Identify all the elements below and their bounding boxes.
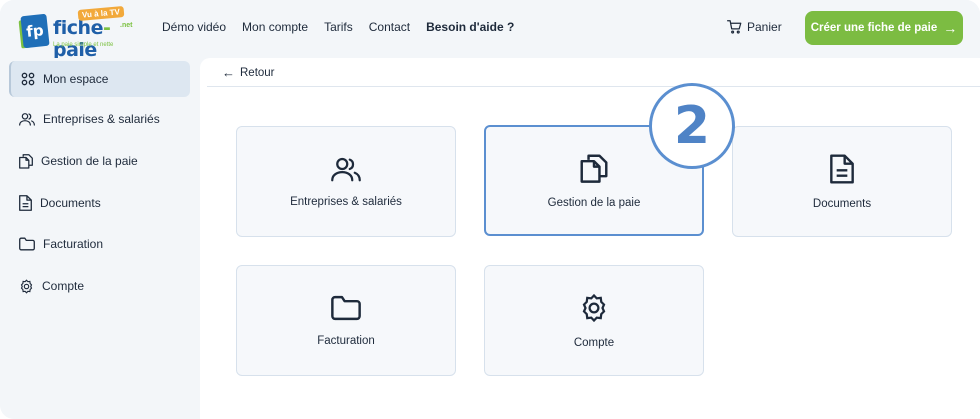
card-facturation[interactable]: Facturation xyxy=(236,265,456,376)
sidebar-item-label: Facturation xyxy=(43,237,104,251)
sidebar-item-compte[interactable]: Compte xyxy=(9,268,190,304)
card-compte[interactable]: Compte xyxy=(484,265,704,376)
nav-tarifs[interactable]: Tarifs xyxy=(324,20,353,34)
grid-icon xyxy=(21,72,35,86)
document-icon xyxy=(830,153,854,184)
files-icon xyxy=(19,154,33,169)
arrow-left-icon: ← xyxy=(222,65,235,80)
arrow-right-icon: → xyxy=(943,20,958,36)
logo-tagline: La paie simple et nette xyxy=(53,42,114,48)
nav-demo-video[interactable]: Démo vidéo xyxy=(162,20,226,34)
main-content: ← Retour Entreprises & salariés Gestion … xyxy=(200,58,980,419)
folder-icon xyxy=(19,237,35,251)
card-entreprises[interactable]: Entreprises & salariés xyxy=(236,126,456,237)
card-label: Gestion de la paie xyxy=(547,196,641,209)
cart-icon xyxy=(727,20,742,34)
sidebar-item-label: Gestion de la paie xyxy=(41,154,138,168)
logo-fp-mark: fp xyxy=(20,13,50,49)
users-icon xyxy=(331,157,361,181)
fiche-paie-logo[interactable]: fp fiche-paie Vu à la TV .net La paie si… xyxy=(18,6,140,61)
gear-icon xyxy=(20,278,33,294)
card-label: Entreprises & salariés xyxy=(290,195,402,208)
main-nav: Démo vidéo Mon compte Tarifs Contact Bes… xyxy=(162,20,514,34)
card-documents[interactable]: Documents xyxy=(732,126,952,237)
nav-mon-compte[interactable]: Mon compte xyxy=(242,20,308,34)
folder-icon xyxy=(331,295,361,320)
cart-label: Panier xyxy=(747,20,782,34)
back-link[interactable]: ← Retour xyxy=(222,65,275,80)
users-icon xyxy=(19,113,35,126)
sidebar-item-label: Mon espace xyxy=(43,72,109,86)
app-frame: fp fiche-paie Vu à la TV .net La paie si… xyxy=(0,0,980,419)
sidebar-item-label: Compte xyxy=(42,279,85,293)
sidebar-item-label: Documents xyxy=(40,196,101,210)
step-number-badge: 2 xyxy=(649,83,735,169)
card-label: Facturation xyxy=(317,334,375,347)
document-icon xyxy=(19,195,32,211)
logo-net: .net xyxy=(120,22,133,29)
card-label: Compte xyxy=(573,336,615,349)
sidebar: Mon espace Entreprises & salariés Gestio… xyxy=(0,58,200,419)
divider xyxy=(207,86,980,87)
create-payslip-label: Créer une fiche de paie xyxy=(810,22,938,34)
cart-link[interactable]: Panier xyxy=(727,20,782,34)
sidebar-item-facturation[interactable]: Facturation xyxy=(9,226,190,262)
create-payslip-button[interactable]: Créer une fiche de paie → xyxy=(805,11,963,45)
sidebar-item-mon-espace[interactable]: Mon espace xyxy=(9,61,190,97)
sidebar-item-gestion-paie[interactable]: Gestion de la paie xyxy=(9,143,190,179)
files-icon xyxy=(580,154,608,183)
sidebar-item-documents[interactable]: Documents xyxy=(9,185,190,221)
gear-icon xyxy=(582,293,606,322)
top-header: fp fiche-paie Vu à la TV .net La paie si… xyxy=(0,0,980,61)
sidebar-item-entreprises[interactable]: Entreprises & salariés xyxy=(9,101,190,137)
card-label: Documents xyxy=(812,197,872,210)
nav-help[interactable]: Besoin d'aide ? xyxy=(426,20,514,34)
back-label: Retour xyxy=(240,66,275,79)
sidebar-item-label: Entreprises & salariés xyxy=(43,112,160,126)
nav-contact[interactable]: Contact xyxy=(369,20,410,34)
